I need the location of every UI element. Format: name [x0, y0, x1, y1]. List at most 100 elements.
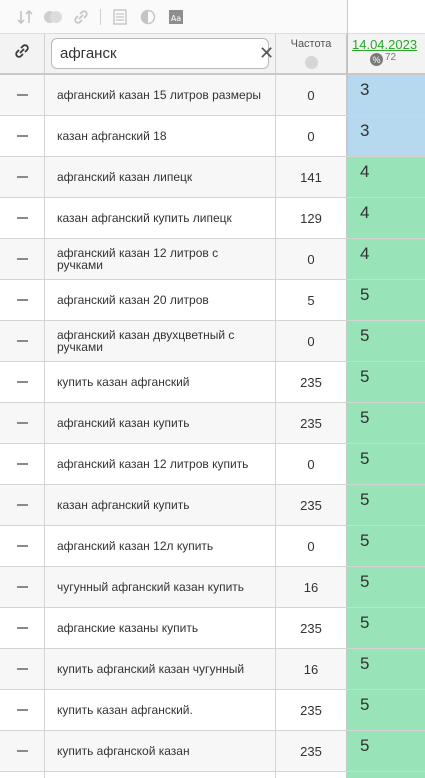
- frequency-cell: [276, 772, 347, 778]
- keyword-cell: казан афганский купить: [45, 485, 276, 525]
- row-toggle[interactable]: [0, 239, 45, 279]
- row-toggle[interactable]: [0, 526, 45, 566]
- table-row[interactable]: казан афганский 18 0 3: [0, 116, 425, 157]
- search-input[interactable]: [60, 45, 259, 62]
- frequency-column-header[interactable]: Частота: [276, 34, 347, 75]
- frequency-cell: 235: [276, 485, 347, 525]
- minus-icon: [16, 709, 28, 711]
- keyword-cell: купить афганский казан чугунный: [45, 649, 276, 689]
- frequency-cell: 0: [276, 239, 347, 279]
- font-icon[interactable]: Aa: [165, 6, 187, 28]
- table-row[interactable]: купить афганский казан чугунный 16 5: [0, 649, 425, 690]
- table-row[interactable]: купить казан афганский 235 5: [0, 362, 425, 403]
- table-row[interactable]: купить афганской казан 235 5: [0, 731, 425, 772]
- frequency-cell: 16: [276, 567, 347, 607]
- minus-icon: [16, 299, 28, 301]
- position-cell: 5: [347, 485, 425, 525]
- table-row[interactable]: афганский казан 12л купить 0 5: [0, 526, 425, 567]
- row-toggle[interactable]: [0, 198, 45, 238]
- toggle-icon[interactable]: [42, 6, 64, 28]
- minus-icon: [16, 94, 28, 96]
- chain-link-icon: [13, 42, 31, 65]
- minus-icon: [16, 422, 28, 424]
- row-toggle[interactable]: [0, 772, 45, 778]
- table-row[interactable]: [0, 772, 425, 778]
- position-cell: 5: [347, 444, 425, 484]
- row-toggle[interactable]: [0, 649, 45, 689]
- table-row[interactable]: афганские казаны купить 235 5: [0, 608, 425, 649]
- row-toggle[interactable]: [0, 116, 45, 156]
- toolbar-divider: [100, 8, 101, 25]
- position-cell: 5: [347, 567, 425, 607]
- row-toggle[interactable]: [0, 608, 45, 648]
- position-cell: 5: [347, 526, 425, 566]
- minus-icon: [16, 135, 28, 137]
- table-row[interactable]: афганский казан 15 литров размеры 0 3: [0, 75, 425, 116]
- position-cell: 4: [347, 239, 425, 279]
- frequency-cell: 235: [276, 403, 347, 443]
- position-cell: 5: [347, 362, 425, 402]
- position-cell: 5: [347, 649, 425, 689]
- frequency-cell: 235: [276, 608, 347, 648]
- frequency-cell: 0: [276, 321, 347, 361]
- frequency-cell: 235: [276, 362, 347, 402]
- keyword-cell: афганский казан 12л купить: [45, 526, 276, 566]
- keyword-cell: купить афганской казан: [45, 731, 276, 771]
- row-toggle[interactable]: [0, 75, 45, 115]
- table-row[interactable]: афганский казан 20 литров 5 5: [0, 280, 425, 321]
- minus-icon: [16, 586, 28, 588]
- position-cell: 5: [347, 731, 425, 771]
- table-row[interactable]: казан афганский купить 235 5: [0, 485, 425, 526]
- table-row[interactable]: чугунный афганский казан купить 16 5: [0, 567, 425, 608]
- keyword-cell: афганские казаны купить: [45, 608, 276, 648]
- table-row[interactable]: купить казан афганский. 235 5: [0, 690, 425, 731]
- row-toggle[interactable]: [0, 321, 45, 361]
- clear-search-icon[interactable]: ✕: [259, 43, 274, 64]
- position-cell: 5: [347, 403, 425, 443]
- keyword-cell: афганский казан 12 литров купить: [45, 444, 276, 484]
- table-row[interactable]: афганский казан 12 литров с ручками 0 4: [0, 239, 425, 280]
- date-stats: % 72: [370, 52, 425, 66]
- row-toggle[interactable]: [0, 403, 45, 443]
- minus-icon: [16, 545, 28, 547]
- table-row[interactable]: афганский казан купить 235 5: [0, 403, 425, 444]
- date-column-header: 14.04.2023 % 72: [347, 34, 425, 75]
- minus-icon: [16, 627, 28, 629]
- keyword-cell: купить казан афганский: [45, 362, 276, 402]
- minus-icon: [16, 176, 28, 178]
- row-toggle[interactable]: [0, 567, 45, 607]
- row-toggle[interactable]: [0, 444, 45, 484]
- row-toggle[interactable]: [0, 485, 45, 525]
- frequency-cell: 235: [276, 731, 347, 771]
- minus-icon: [16, 750, 28, 752]
- position-cell: 5: [347, 280, 425, 320]
- row-toggle[interactable]: [0, 362, 45, 402]
- table-row[interactable]: казан афганский купить липецк 129 4: [0, 198, 425, 239]
- position-cell: 3: [347, 75, 425, 115]
- table-row[interactable]: афганский казан липецк 141 4: [0, 157, 425, 198]
- frequency-cell: 5: [276, 280, 347, 320]
- search-header: ✕: [45, 34, 276, 75]
- row-toggle[interactable]: [0, 690, 45, 730]
- frequency-cell: 0: [276, 116, 347, 156]
- table-icon[interactable]: [109, 6, 131, 28]
- row-toggle[interactable]: [0, 731, 45, 771]
- sort-icon[interactable]: [14, 6, 36, 28]
- table-row[interactable]: афганский казан 12 литров купить 0 5: [0, 444, 425, 485]
- date-link[interactable]: 14.04.2023: [352, 37, 425, 52]
- minus-icon: [16, 258, 28, 260]
- row-toggle[interactable]: [0, 280, 45, 320]
- keyword-cell: купить казан афганский.: [45, 690, 276, 730]
- position-cell: 5: [347, 321, 425, 361]
- position-cell: 5: [347, 690, 425, 730]
- keyword-cell: афганский казан 12 литров с ручками: [45, 239, 276, 279]
- link-icon[interactable]: [70, 6, 92, 28]
- position-cell: 4: [347, 198, 425, 238]
- table-row[interactable]: афганский казан двухцветный с ручками 0 5: [0, 321, 425, 362]
- link-column-header[interactable]: [0, 34, 45, 75]
- row-toggle[interactable]: [0, 157, 45, 197]
- contrast-icon[interactable]: [137, 6, 159, 28]
- search-box: ✕: [51, 38, 274, 69]
- keyword-cell: афганский казан купить: [45, 403, 276, 443]
- minus-icon: [16, 504, 28, 506]
